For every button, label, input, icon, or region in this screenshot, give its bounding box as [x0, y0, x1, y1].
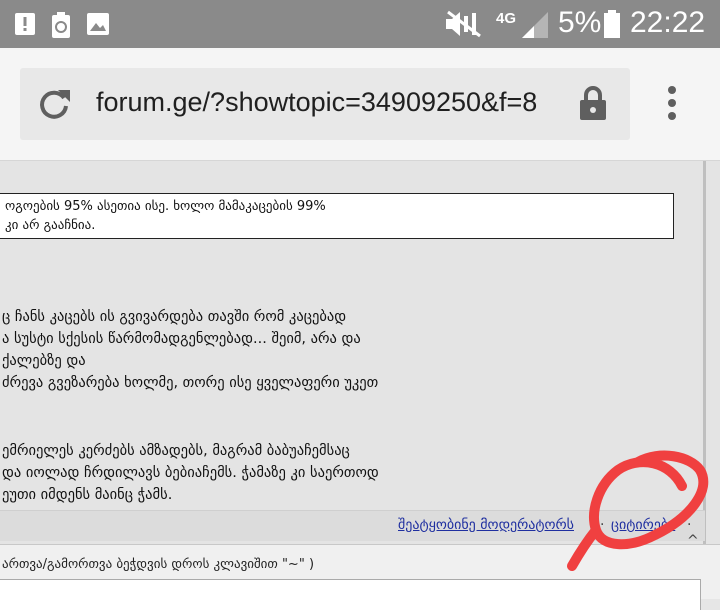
browser-toolbar: forum.ge/?showtopic=34909250&f=8: [0, 48, 720, 161]
network-type: 4G: [496, 10, 517, 27]
status-bar: 4G 5% 22:22: [0, 0, 720, 48]
forum-post: ოგოების 95% ასეთია ისე. ხოლო მამაკაცების…: [0, 161, 720, 610]
reply-form: ართვა/გამორთვა ბეჭდვის დროს კლავიშით "~"…: [0, 544, 720, 610]
post-text-line: ძრევა გვეზარება ხოლმე, თორე ისე ყველაფერ…: [2, 375, 379, 391]
post-text-line: ქალებზე და: [2, 353, 86, 369]
quote-line: კი არ გააჩნია.: [5, 218, 96, 233]
post-text-line: ა სუსტი სქესის წარმომადგენლებად... შეიმ,…: [2, 331, 361, 347]
clock: 22:22: [630, 6, 706, 39]
post-actions: შეატყობინე მოდერატორს · ციტირება · ^: [0, 510, 705, 549]
quote-box: ოგოების 95% ასეთია ისე. ხოლო მამაკაცების…: [0, 193, 674, 239]
separator: ·: [600, 517, 605, 533]
quote-link[interactable]: ციტირება: [611, 517, 675, 533]
reply-textarea[interactable]: [0, 579, 701, 610]
report-moderator-link[interactable]: შეატყობინე მოდერატორს: [398, 517, 574, 533]
lock-icon[interactable]: [578, 84, 608, 122]
mute-icon: [446, 10, 481, 38]
keyboard-toggle-hint: ართვა/გამორთვა ბეჭდვის დროს კლავიშით "~"…: [2, 557, 315, 572]
post-text-line: ემრიელეს კერძებს ამზადებს, მაგრამ ბაბუაჩ…: [2, 443, 350, 459]
reload-icon[interactable]: [36, 86, 72, 122]
battery-icon: [604, 10, 620, 38]
post-text-line: და იოლად ჩრდილავს ბებიაჩემს. ჭამაზე კი ს…: [2, 465, 379, 481]
image-icon: [87, 13, 109, 35]
recycle-icon: [52, 12, 70, 38]
post-text-line: ც ჩანს კაცებს ის გვივარდება თავში რომ კა…: [2, 309, 347, 325]
battery-percent: 5%: [558, 6, 602, 39]
quote-line: ოგოების 95% ასეთია ისე. ხოლო მამაკაცების…: [5, 199, 326, 214]
menu-icon[interactable]: [666, 86, 678, 120]
address-bar[interactable]: forum.ge/?showtopic=34909250&f=8: [20, 68, 630, 140]
post-text-line: ეუთი იმდენს მაინც ჭამს.: [2, 487, 173, 503]
url-text[interactable]: forum.ge/?showtopic=34909250&f=8: [96, 87, 561, 118]
alert-icon: [15, 13, 35, 35]
signal-icon: [522, 12, 548, 38]
